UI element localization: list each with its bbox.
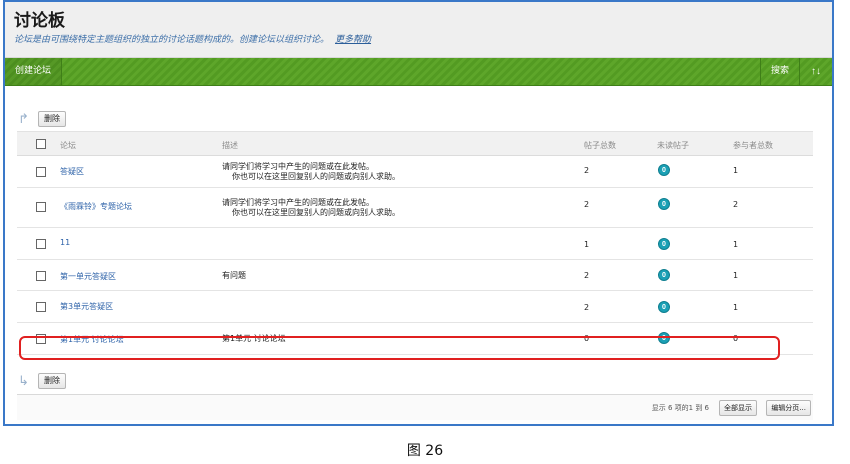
table-header: 论坛 描述 帖子总数 未读帖子 参与者总数 [17, 131, 813, 156]
forum-link[interactable]: 11 [60, 238, 70, 247]
forum-description: 有问题 [222, 271, 246, 280]
forum-description: 请同学们将学习中产生的问题或在此发帖。 你也可以在这里回复别人的问题或向别人求助… [222, 162, 400, 182]
sort-icon: ↑↓ [811, 66, 821, 77]
figure-caption: 图 26 [406, 443, 444, 459]
bulk-arrow-icon: ↱ [18, 111, 29, 126]
forum-link[interactable]: 第1单元 讨论论坛 [60, 334, 124, 345]
bulk-arrow-icon: ↳ [18, 373, 29, 388]
unread-posts-badge[interactable]: 0 [658, 198, 670, 210]
row-checkbox[interactable] [36, 334, 46, 344]
participant-count: 1 [733, 271, 739, 280]
create-forum-button[interactable]: 创建论坛 [5, 58, 63, 85]
participant-count: 2 [733, 200, 739, 209]
unread-posts-badge[interactable]: 0 [658, 164, 670, 176]
row-checkbox[interactable] [36, 167, 46, 177]
show-all-button[interactable]: 全部显示 [719, 400, 757, 416]
bulk-actions-top: ↱ 删除 [18, 110, 66, 128]
search-button[interactable]: 搜索 [759, 58, 800, 85]
total-posts: 1 [584, 240, 590, 249]
forum-description: 请同学们将学习中产生的问题或在此发帖。 你也可以在这里回复别人的问题或向别人求助… [222, 198, 400, 218]
column-header-total-posts[interactable]: 帖子总数 [584, 140, 616, 151]
unread-posts-badge[interactable]: 0 [658, 238, 670, 250]
column-header-unread-posts[interactable]: 未读帖子 [657, 140, 689, 151]
sort-button[interactable]: ↑↓ [800, 58, 832, 85]
forum-description-line: 请同学们将学习中产生的问题或在此发帖。 [222, 198, 374, 207]
help-link[interactable]: 更多帮助 [335, 35, 371, 45]
column-header-participants[interactable]: 参与者总数 [733, 140, 773, 151]
forum-description-line: 你也可以在这里回复别人的问题或向别人求助。 [232, 172, 400, 181]
total-posts: 2 [584, 166, 590, 175]
column-header-description[interactable]: 描述 [222, 140, 238, 151]
row-checkbox[interactable] [36, 239, 46, 249]
forum-description-line: 请同学们将学习中产生的问题或在此发帖。 [222, 162, 374, 171]
forum-link[interactable]: 《雨霖铃》专题论坛 [60, 201, 132, 212]
edit-paging-button[interactable]: 编辑分页... [766, 400, 811, 416]
table-row: 答疑区 请同学们将学习中产生的问题或在此发帖。 你也可以在这里回复别人的问题或向… [17, 156, 813, 188]
delete-button-top[interactable]: 删除 [38, 111, 66, 127]
row-checkbox[interactable] [36, 271, 46, 281]
page-header: 讨论板 论坛是由可围绕特定主题组织的独立的讨论话题构成的。创建论坛以组织讨论。更… [5, 2, 832, 58]
total-posts: 2 [584, 200, 590, 209]
participant-count: 1 [733, 240, 739, 249]
forum-table: 论坛 描述 帖子总数 未读帖子 参与者总数 答疑区 请同学们将学习中产生的问题或… [17, 131, 813, 355]
row-checkbox[interactable] [36, 302, 46, 312]
action-toolbar: 创建论坛 搜索 ↑↓ [5, 58, 832, 86]
participant-count: 1 [733, 303, 739, 312]
unread-posts-badge[interactable]: 0 [658, 332, 670, 344]
participant-count: 0 [733, 334, 739, 343]
table-row: 11 1 0 1 [17, 228, 813, 260]
forum-description-line: 你也可以在这里回复别人的问题或向别人求助。 [232, 208, 400, 217]
row-checkbox[interactable] [36, 202, 46, 212]
forum-link[interactable]: 第3单元答疑区 [60, 301, 113, 312]
forum-link[interactable]: 答疑区 [60, 166, 84, 177]
unread-posts-badge[interactable]: 0 [658, 269, 670, 281]
forum-description: 第1单元 讨论论坛 [222, 334, 286, 343]
bulk-actions-bottom: ↳ 删除 [18, 372, 66, 390]
total-posts: 0 [584, 334, 590, 343]
total-posts: 2 [584, 303, 590, 312]
page-description: 论坛是由可围绕特定主题组织的独立的讨论话题构成的。创建论坛以组织讨论。 更多帮助 [14, 32, 371, 45]
page-title: 讨论板 [14, 11, 65, 31]
unread-posts-badge[interactable]: 0 [658, 301, 670, 313]
delete-button-bottom[interactable]: 删除 [38, 373, 66, 389]
table-row: 第3单元答疑区 2 0 1 [17, 291, 813, 323]
pagination-summary: 显示 6 项的1 到 6 [651, 404, 709, 412]
select-all-checkbox[interactable] [36, 139, 46, 149]
table-row: 第1单元 讨论论坛 第1单元 讨论论坛 0 0 0 [17, 323, 813, 355]
pagination-footer: 显示 6 项的1 到 6 全部显示 编辑分页... [17, 394, 813, 420]
page-description-text: 论坛是由可围绕特定主题组织的独立的讨论话题构成的。创建论坛以组织讨论。 [14, 35, 330, 45]
column-header-forum[interactable]: 论坛 [60, 140, 76, 151]
total-posts: 2 [584, 271, 590, 280]
table-row: 第一单元答疑区 有问题 2 0 1 [17, 260, 813, 291]
forum-link[interactable]: 第一单元答疑区 [60, 271, 116, 282]
table-row: 《雨霖铃》专题论坛 请同学们将学习中产生的问题或在此发帖。 你也可以在这里回复别… [17, 188, 813, 228]
participant-count: 1 [733, 166, 739, 175]
